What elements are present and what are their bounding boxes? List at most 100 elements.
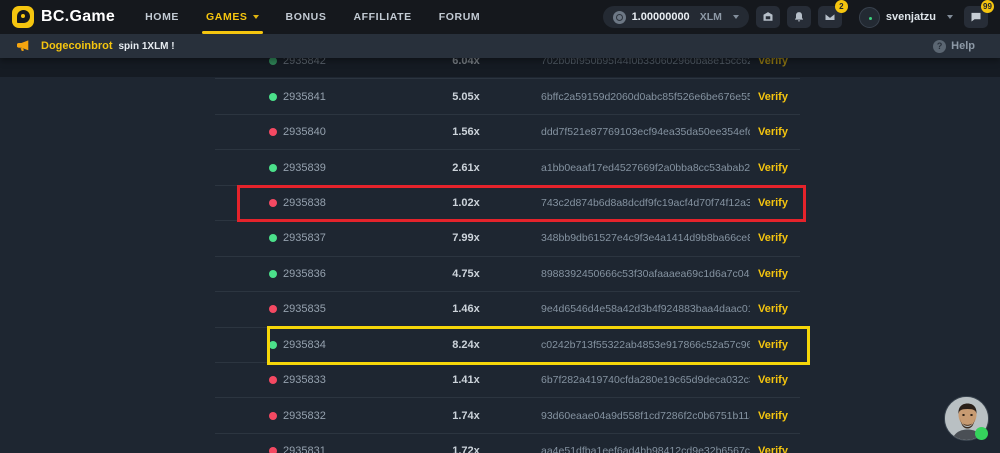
bets-table: 2935842 6.04x 702b0bf950b95f44f0b3306029… [215,58,800,453]
coin-icon [613,11,626,24]
chevron-down-icon [253,15,259,19]
table-row: 2935842 6.04x 702b0bf950b95f44f0b3306029… [215,58,800,79]
multiplier: 5.05x [420,91,512,103]
nav-games[interactable]: GAMES [206,0,259,34]
announcement-bar: Dogecoinbrot spin 1XLM ! ? Help [0,34,1000,58]
bet-id-cell: 2935842 [269,58,419,67]
bet-id: 2935836 [283,268,326,280]
bet-hash: 348bb9db61527e4c9f3e4a1414d9b8ba66ce8970… [541,232,750,244]
verify-link[interactable]: Verify [758,374,788,386]
multiplier: 6.04x [420,58,512,67]
messages-button[interactable]: 2 [818,6,842,28]
bet-hash: c0242b713f55322ab4853e917866c52a57c963df… [541,339,750,351]
chat-icon [970,11,982,23]
result-dot-icon [269,58,277,65]
result-dot-icon [269,128,277,136]
nav-affiliate[interactable]: AFFILIATE [353,0,411,34]
table-row: 2935836 4.75x 8988392450666c53f30afaaaea… [215,257,800,292]
multiplier: 8.24x [420,339,512,351]
brand-logo[interactable]: BC.Game [12,6,115,28]
bet-id: 2935832 [283,410,326,422]
main-nav: HOME GAMES BONUS AFFILIATE FORUM [145,0,480,34]
result-dot-icon [269,270,277,278]
table-row: 2935831 1.72x aa4e51dfba1eef6ad4bb98412c… [215,434,800,453]
nav-games-label: GAMES [206,11,248,23]
verify-link[interactable]: Verify [758,126,788,138]
mail-badge: 2 [835,0,848,13]
bcgame-logo-icon [12,6,34,28]
table-row: 2935840 1.56x ddd7f521e87769103ecf94ea35… [215,115,800,150]
online-status-dot [975,427,988,440]
verify-link[interactable]: Verify [758,303,788,315]
brand-name: BC.Game [41,8,115,26]
user-menu[interactable]: svenjatzu [859,7,953,28]
bet-id: 2935841 [283,91,326,103]
verify-link[interactable]: Verify [758,162,788,174]
table-row: 2935839 2.61x a1bb0eaaf17ed4527669f2a0bb… [215,150,800,185]
bet-hash: 93d60eaae04a9d558f1cd7286f2c0b6751b11af6… [541,410,750,422]
verify-link[interactable]: Verify [758,232,788,244]
question-icon: ? [933,40,946,53]
multiplier: 1.74x [420,410,512,422]
table-row: 2935834 8.24x c0242b713f55322ab4853e9178… [215,328,800,363]
bet-hash: a1bb0eaaf17ed4527669f2a0bba8cc53abab26c6… [541,162,750,174]
bet-hash: 702b0bf950b95f44f0b330602960ba8e15cc6238… [541,58,750,67]
verify-link[interactable]: Verify [758,58,788,67]
announcement-title[interactable]: Dogecoinbrot [41,40,113,52]
multiplier: 1.46x [420,303,512,315]
bet-hash: 9e4d6546d4e58a42d3b4f924883baa4daac019ce… [541,303,750,315]
vault-button[interactable] [756,6,780,28]
bet-id: 2935837 [283,232,326,244]
nav-bonus[interactable]: BONUS [286,0,327,34]
megaphone-icon [17,40,31,52]
multiplier: 1.41x [420,374,512,386]
multiplier: 7.99x [420,232,512,244]
result-dot-icon [269,164,277,172]
balance-selector[interactable]: 1.00000000 XLM [603,6,749,28]
verify-link[interactable]: Verify [758,445,788,453]
bet-id: 2935838 [283,197,326,209]
help-label: Help [951,40,975,52]
verify-link[interactable]: Verify [758,197,788,209]
bet-id: 2935839 [283,162,326,174]
vault-icon [762,11,774,23]
verify-link[interactable]: Verify [758,268,788,280]
chat-badge: 99 [981,0,994,13]
nav-forum[interactable]: FORUM [439,0,481,34]
verify-link[interactable]: Verify [758,91,788,103]
result-dot-icon [269,376,277,384]
verify-link[interactable]: Verify [758,410,788,422]
result-dot-icon [269,234,277,242]
result-dot-icon [269,305,277,313]
bet-id: 2935831 [283,445,326,453]
notifications-button[interactable] [787,6,811,28]
bet-id-cell: 2935836 [269,268,419,280]
chat-button[interactable]: 99 [964,6,988,28]
nav-home[interactable]: HOME [145,0,179,34]
announcement-text: spin 1XLM ! [119,41,175,52]
bet-id-cell: 2935838 [269,197,419,209]
result-dot-icon [269,412,277,420]
bet-id: 2935835 [283,303,326,315]
balance-amount: 1.00000000 [632,11,690,23]
table-row: 2935833 1.41x 6b7f282a419740cfda280e19c6… [215,363,800,398]
main-content: 2935842 6.04x 702b0bf950b95f44f0b3306029… [0,58,1000,453]
bet-hash: 6b7f282a419740cfda280e19c65d9deca032c39b… [541,374,750,386]
multiplier: 1.56x [420,126,512,138]
chevron-down-icon [947,15,953,19]
bet-hash: ddd7f521e87769103ecf94ea35da50ee354efd1c… [541,126,750,138]
balance-currency: XLM [700,11,722,23]
table-row: 2935835 1.46x 9e4d6546d4e58a42d3b4f92488… [215,292,800,327]
table-row: 2935837 7.99x 348bb9db61527e4c9f3e4a1414… [215,221,800,256]
bet-id-cell: 2935837 [269,232,419,244]
bet-hash: 8988392450666c53f30afaaaea69c1d6a7c0407e… [541,268,750,280]
bet-id-cell: 2935833 [269,374,419,386]
help-button[interactable]: ? Help [933,40,975,53]
mail-icon [824,11,836,23]
verify-link[interactable]: Verify [758,339,788,351]
result-dot-icon [269,199,277,207]
bet-id-cell: 2935839 [269,162,419,174]
bet-id-cell: 2935841 [269,91,419,103]
multiplier: 2.61x [420,162,512,174]
support-avatar[interactable] [944,396,989,441]
